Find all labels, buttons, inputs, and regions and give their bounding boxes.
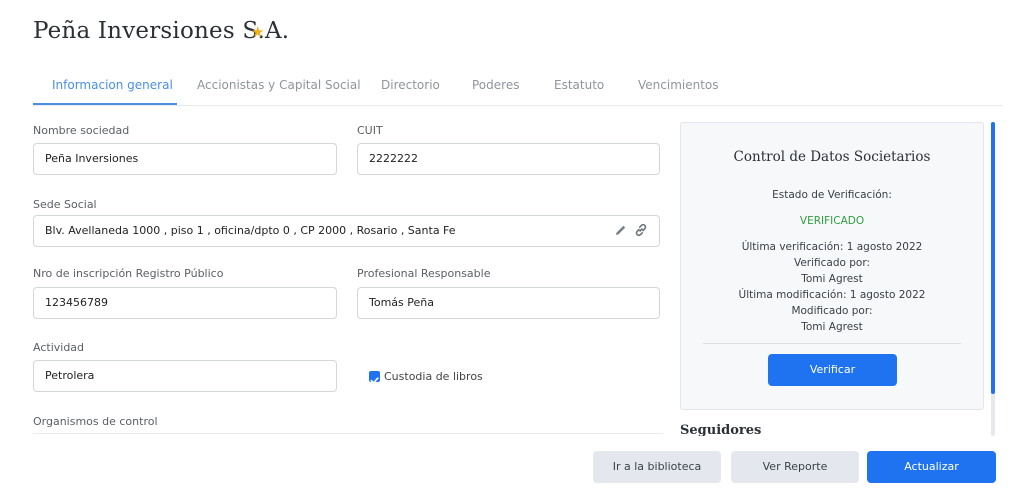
link-icon[interactable] — [634, 223, 648, 237]
report-button[interactable]: Ver Reporte — [731, 451, 859, 483]
divider — [33, 433, 663, 434]
scrollbar-thumb[interactable] — [991, 122, 995, 394]
ultima-modificacion: Última modificación: 1 agosto 2022 — [738, 289, 926, 301]
nombre-sociedad-input[interactable]: Peña Inversiones — [33, 143, 337, 175]
tab-bar: Informacion general Accionistas y Capita… — [33, 68, 1003, 106]
nro-inscripcion-label: Nro de inscripción Registro Público — [33, 267, 224, 280]
cuit-input[interactable]: 2222222 — [357, 143, 660, 175]
modificado-por-label: Modificado por: — [791, 305, 873, 317]
verificado-por: Tomi Agrest — [801, 273, 863, 285]
nro-inscripcion-input[interactable]: 123456789 — [33, 287, 337, 319]
library-button[interactable]: Ir a la biblioteca — [593, 451, 721, 483]
sede-social-input[interactable]: Blv. Avellaneda 1000 , piso 1 , oficina/… — [33, 215, 660, 247]
nombre-sociedad-label: Nombre sociedad — [33, 124, 130, 137]
profesional-input[interactable]: Tomás Peña — [357, 287, 660, 319]
custodia-checkbox[interactable] — [369, 371, 380, 384]
panel-title: Control de Datos Societarios — [733, 149, 931, 165]
verificado-por-label: Verificado por: — [793, 257, 871, 269]
verify-button[interactable]: Verificar — [768, 354, 897, 386]
cuit-label: CUIT — [357, 124, 383, 137]
sede-social-label: Sede Social — [33, 198, 97, 211]
custodia-label[interactable]: Custodia de libros — [384, 370, 483, 383]
status-badge: VERIFICADO — [799, 215, 865, 227]
modificado-por: Tomi Agrest — [801, 321, 863, 333]
star-icon[interactable]: ★ — [251, 25, 264, 40]
check-icon — [370, 377, 379, 384]
tab-vencimientos[interactable]: Vencimientos — [638, 78, 719, 92]
tab-poderes[interactable]: Poderes — [472, 78, 519, 92]
organismos-label: Organismos de control — [33, 415, 158, 428]
control-panel: Control de Datos Societarios Estado de V… — [680, 122, 984, 410]
update-button[interactable]: Actualizar — [867, 451, 996, 483]
tab-directorio[interactable]: Directorio — [381, 78, 440, 92]
panel-divider — [703, 343, 961, 344]
tab-accionistas[interactable]: Accionistas y Capital Social — [197, 78, 361, 92]
actividad-label: Actividad — [33, 341, 85, 354]
active-tab-indicator — [33, 103, 177, 105]
estado-label: Estado de Verificación: — [772, 189, 892, 201]
tab-informacion-general[interactable]: Informacion general — [52, 78, 173, 92]
profesional-label: Profesional Responsable — [357, 267, 491, 280]
pencil-icon[interactable] — [615, 224, 627, 236]
tab-estatuto[interactable]: Estatuto — [554, 78, 604, 92]
ultima-verificacion: Última verificación: 1 agosto 2022 — [741, 241, 923, 253]
actividad-input[interactable]: Petrolera — [33, 360, 337, 392]
